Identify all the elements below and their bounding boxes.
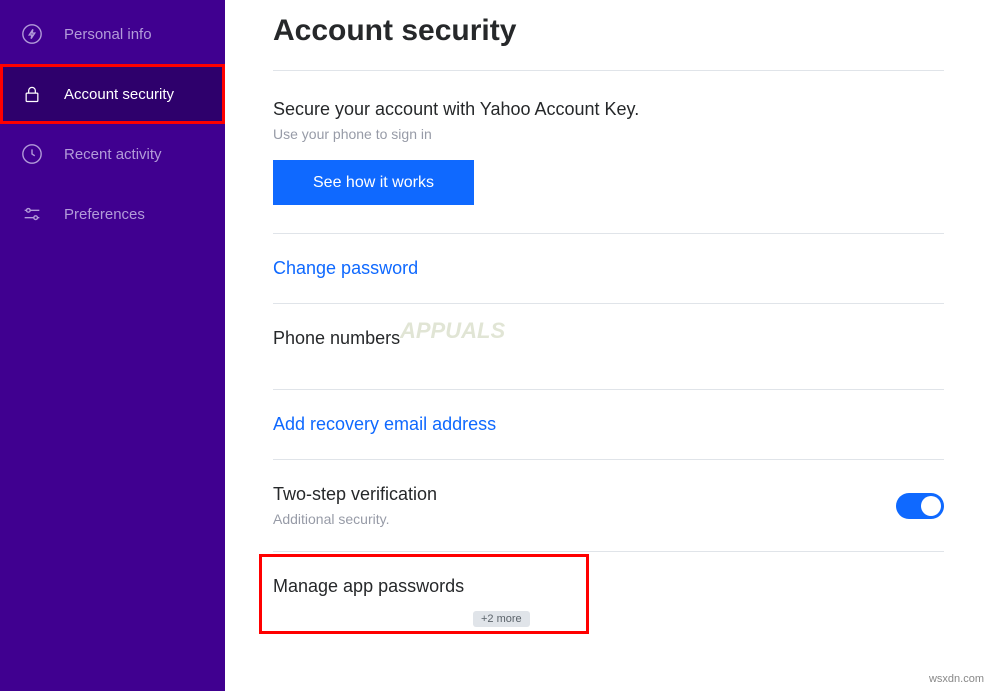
more-badge[interactable]: +2 more xyxy=(473,611,530,627)
section-phone-numbers[interactable]: Phone numbers xyxy=(273,304,944,390)
account-key-heading: Secure your account with Yahoo Account K… xyxy=(273,99,944,120)
phone-numbers-heading: Phone numbers xyxy=(273,328,944,349)
section-two-step: Two-step verification Additional securit… xyxy=(273,460,944,552)
section-change-password: Change password xyxy=(273,234,944,304)
see-how-it-works-button[interactable]: See how it works xyxy=(273,160,474,205)
section-account-key: Secure your account with Yahoo Account K… xyxy=(273,71,944,234)
two-step-toggle[interactable] xyxy=(896,493,944,519)
sidebar-item-recent-activity[interactable]: Recent activity xyxy=(0,124,225,184)
change-password-link[interactable]: Change password xyxy=(273,258,944,279)
account-key-sub: Use your phone to sign in xyxy=(273,126,944,142)
sidebar-item-account-security[interactable]: Account security xyxy=(0,64,225,124)
main-content: Account security Secure your account wit… xyxy=(225,0,992,691)
sliders-icon xyxy=(20,202,44,226)
page-title: Account security xyxy=(273,0,944,71)
toggle-knob xyxy=(921,496,941,516)
sidebar-item-label: Account security xyxy=(64,86,174,103)
sidebar-item-label: Personal info xyxy=(64,26,152,43)
sidebar-item-label: Preferences xyxy=(64,206,145,223)
clock-icon xyxy=(20,142,44,166)
lock-icon xyxy=(20,82,44,106)
sidebar-item-label: Recent activity xyxy=(64,146,162,163)
section-add-recovery: Add recovery email address xyxy=(273,390,944,460)
two-step-sub: Additional security. xyxy=(273,511,437,527)
add-recovery-email-link[interactable]: Add recovery email address xyxy=(273,414,944,435)
sidebar-item-personal-info[interactable]: Personal info xyxy=(0,4,225,64)
bolt-circle-icon xyxy=(20,22,44,46)
section-manage-app-passwords[interactable]: Manage app passwords +2 more xyxy=(273,552,944,647)
two-step-heading: Two-step verification xyxy=(273,484,437,505)
manage-app-passwords-heading: Manage app passwords xyxy=(273,576,944,597)
site-credit: wsxdn.com xyxy=(929,673,984,685)
sidebar: Personal info Account security Recent ac… xyxy=(0,0,225,691)
sidebar-item-preferences[interactable]: Preferences xyxy=(0,184,225,244)
